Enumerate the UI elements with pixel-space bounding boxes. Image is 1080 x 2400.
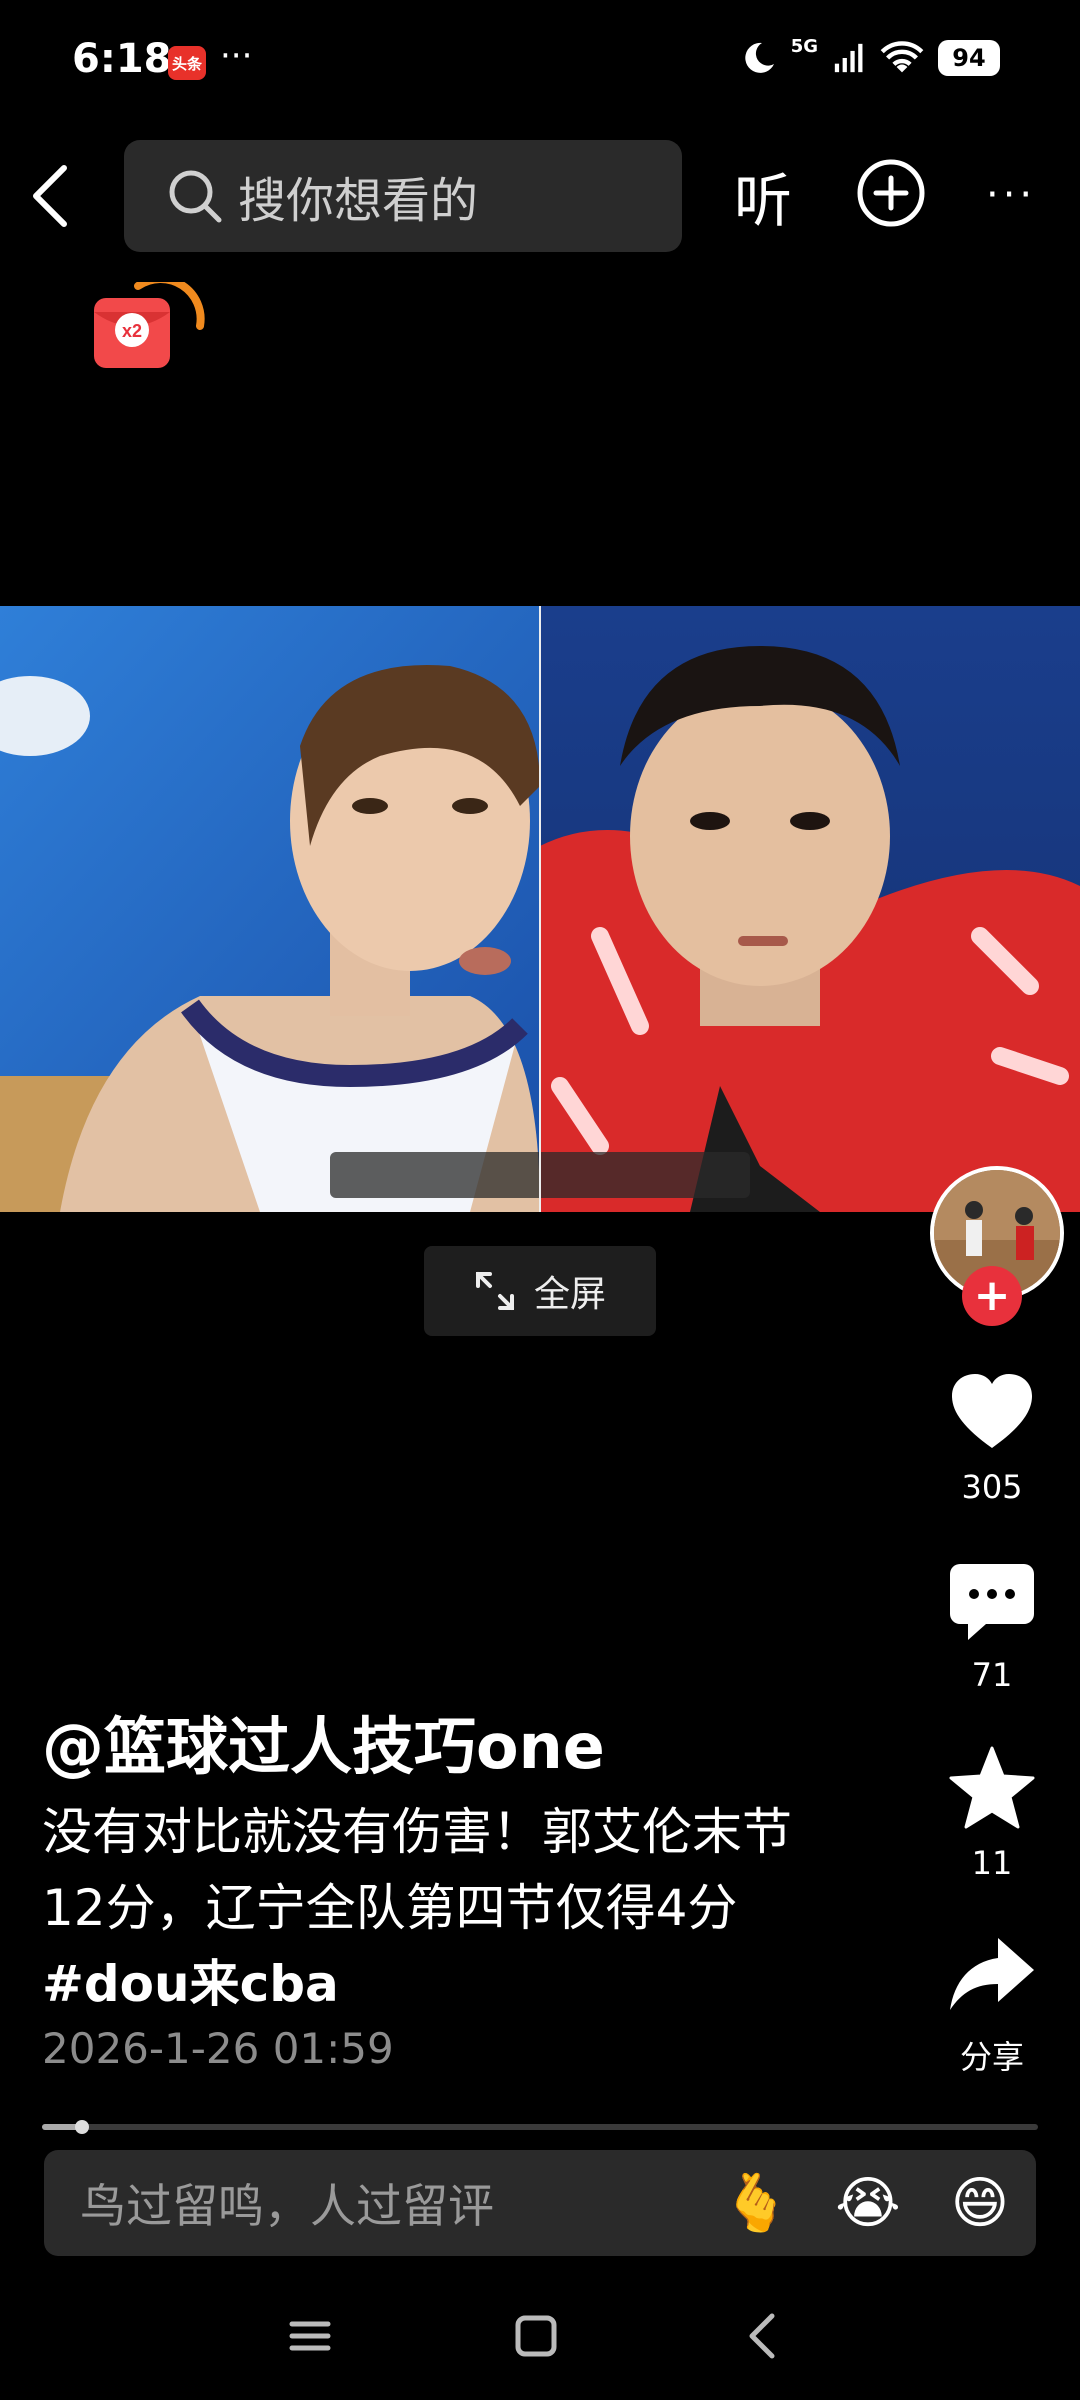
favorite-count: 11 (971, 1844, 1013, 1882)
comment-count: 71 (971, 1656, 1013, 1694)
comment-icon[interactable] (946, 1556, 1038, 1648)
signal-icon (834, 43, 863, 73)
app-notification-badge: 头条 (168, 46, 206, 80)
moon-icon (744, 42, 774, 73)
hashtag-link[interactable]: #dou来cba (42, 1955, 339, 2013)
more-options-button[interactable]: ··· (986, 172, 1036, 218)
more-notifications-icon: ··· (220, 36, 253, 76)
grinning-emoji[interactable]: 😄 (924, 2171, 1036, 2236)
video-player[interactable] (0, 606, 1080, 1212)
menu-nav-icon[interactable] (280, 2306, 340, 2366)
favorite-star-icon[interactable] (946, 1742, 1038, 1834)
fullscreen-button[interactable]: 全屏 (424, 1246, 656, 1336)
back-button[interactable] (26, 160, 74, 232)
status-time: 6:18 (72, 36, 172, 82)
post-timestamp: 2026-1-26 01:59 (42, 2024, 394, 2073)
reward-multiplier: x2 (122, 321, 142, 341)
crying-emoji[interactable]: 😭 (812, 2171, 924, 2236)
expand-icon (475, 1272, 514, 1310)
comment-input[interactable]: 鸟过留鸣，人过留评 🫰 😭 😄 (44, 2150, 1036, 2256)
battery-indicator: 94 (938, 40, 1000, 76)
status-indicators: 5G 94 (741, 36, 1000, 76)
video-frame (0, 606, 1080, 1212)
listen-button[interactable]: 听 (734, 154, 792, 238)
comment-placeholder: 鸟过留鸣，人过留评 (80, 2179, 494, 2233)
search-placeholder: 搜你想看的 (238, 173, 479, 229)
search-input[interactable]: 搜你想看的 (124, 140, 682, 252)
home-nav-icon[interactable] (506, 2306, 566, 2366)
follow-button[interactable]: + (962, 1266, 1022, 1326)
search-icon (169, 170, 222, 223)
fullscreen-label: 全屏 (533, 1274, 606, 1315)
network-type: 5G (790, 35, 818, 57)
finger-heart-emoji[interactable]: 🫰 (700, 2170, 812, 2236)
progress-track[interactable] (42, 2124, 1038, 2130)
red-envelope-reward-icon[interactable]: x2 (88, 282, 208, 372)
post-caption: 没有对比就没有伤害！郭艾伦末节12分，辽宁全队第四节仅得4分 #dou来cba (42, 1794, 842, 2022)
caption-text: 没有对比就没有伤害！郭艾伦末节12分，辽宁全队第四节仅得4分 (42, 1803, 792, 1937)
progress-handle[interactable] (74, 2120, 89, 2134)
share-label: 分享 (959, 2038, 1024, 2076)
like-icon[interactable] (946, 1366, 1038, 1458)
share-arrow-icon[interactable] (946, 1930, 1038, 2022)
author-username[interactable]: @篮球过人技巧one (42, 1696, 605, 1786)
back-nav-icon[interactable] (734, 2306, 794, 2366)
add-button[interactable] (856, 158, 926, 228)
like-count: 305 (961, 1468, 1023, 1506)
wifi-icon (880, 41, 924, 73)
